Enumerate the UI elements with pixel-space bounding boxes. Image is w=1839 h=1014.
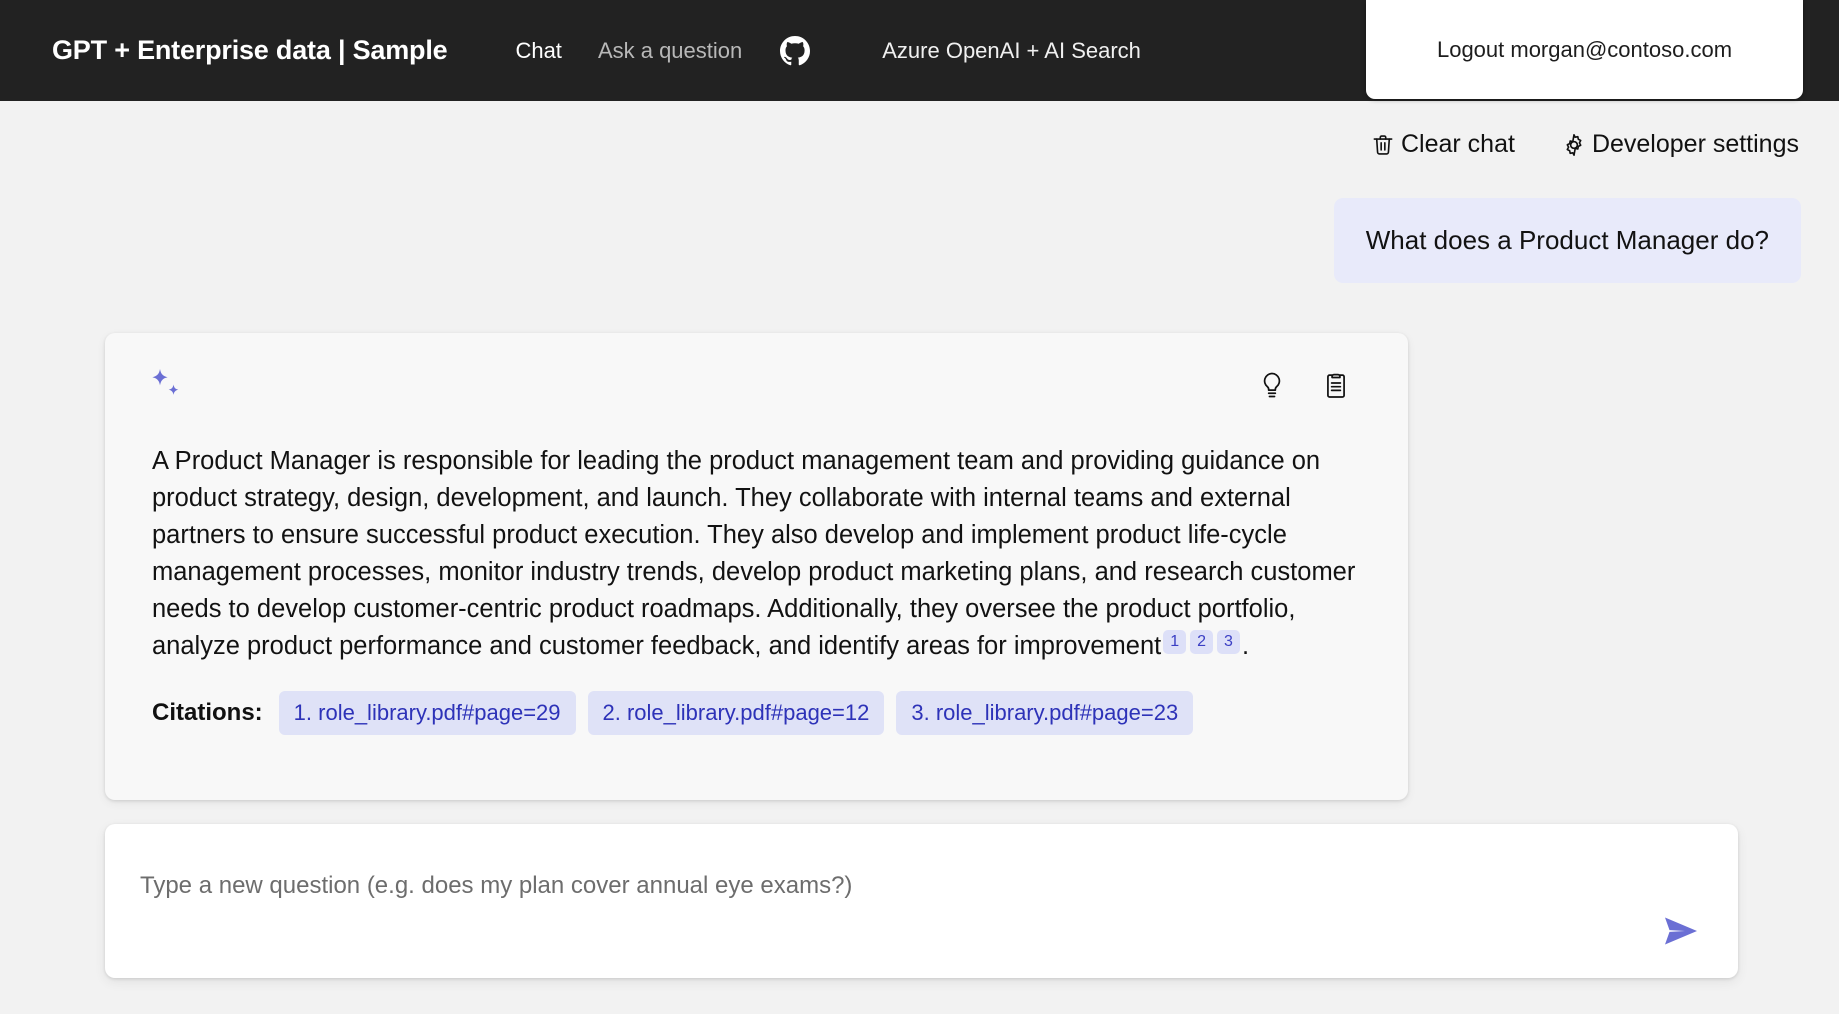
- clear-chat-button[interactable]: Clear chat: [1368, 128, 1517, 161]
- send-question-button[interactable]: [1652, 908, 1710, 956]
- github-icon[interactable]: [780, 35, 811, 66]
- answer-text-tail: .: [1241, 632, 1250, 660]
- inline-citation-1[interactable]: 1: [1163, 630, 1187, 654]
- citations-row: Citations: 1. role_library.pdf#page=29 2…: [152, 691, 1374, 735]
- answer-text: A Product Manager is responsible for lea…: [152, 443, 1382, 665]
- header-nav: Chat Ask a question: [513, 34, 811, 68]
- azure-service-label: Azure OpenAI + AI Search: [882, 37, 1141, 63]
- answer-action-buttons: [1256, 369, 1352, 406]
- chat-toolbar: Clear chat Developer settings: [1368, 128, 1801, 161]
- citation-chip-3[interactable]: 3. role_library.pdf#page=23: [896, 691, 1194, 735]
- trash-icon: [1370, 132, 1396, 158]
- citations-label: Citations:: [152, 699, 263, 726]
- nav-link-ask-a-question[interactable]: Ask a question: [596, 34, 744, 68]
- user-message-row: What does a Product Manager do?: [901, 198, 1801, 283]
- gear-icon: [1561, 132, 1587, 158]
- answer-card-header: [139, 359, 1374, 425]
- page-title: GPT + Enterprise data | Sample: [52, 35, 448, 65]
- inline-citation-3[interactable]: 3: [1217, 630, 1240, 654]
- logout-button[interactable]: Logout morgan@contoso.com: [1366, 0, 1803, 99]
- developer-settings-label: Developer settings: [1591, 130, 1799, 158]
- thought-process-button[interactable]: [1256, 369, 1288, 406]
- developer-settings-button[interactable]: Developer settings: [1559, 128, 1801, 161]
- question-input-card: [105, 824, 1738, 978]
- app-header: GPT + Enterprise data | Sample Chat Ask …: [0, 0, 1839, 101]
- citation-chip-1[interactable]: 1. role_library.pdf#page=29: [278, 691, 576, 735]
- answer-text-body: A Product Manager is responsible for lea…: [152, 447, 1356, 660]
- lightbulb-icon: [1258, 371, 1286, 404]
- user-message-text: What does a Product Manager do?: [1365, 225, 1769, 255]
- clear-chat-label: Clear chat: [1400, 130, 1515, 158]
- user-message-bubble: What does a Product Manager do?: [1333, 198, 1801, 283]
- inline-citation-2[interactable]: 2: [1190, 630, 1214, 654]
- question-input[interactable]: [140, 872, 1540, 900]
- app-root: GPT + Enterprise data | Sample Chat Ask …: [0, 0, 1839, 1014]
- sparkle-icon: [145, 365, 187, 412]
- clipboard-icon: [1322, 371, 1350, 404]
- logout-button-label: Logout morgan@contoso.com: [1436, 36, 1733, 62]
- citation-chip-2[interactable]: 2. role_library.pdf#page=12: [587, 691, 885, 735]
- nav-link-chat[interactable]: Chat: [513, 34, 563, 68]
- supporting-content-button[interactable]: [1320, 369, 1352, 406]
- send-icon: [1661, 914, 1701, 951]
- answer-card: A Product Manager is responsible for lea…: [105, 333, 1408, 800]
